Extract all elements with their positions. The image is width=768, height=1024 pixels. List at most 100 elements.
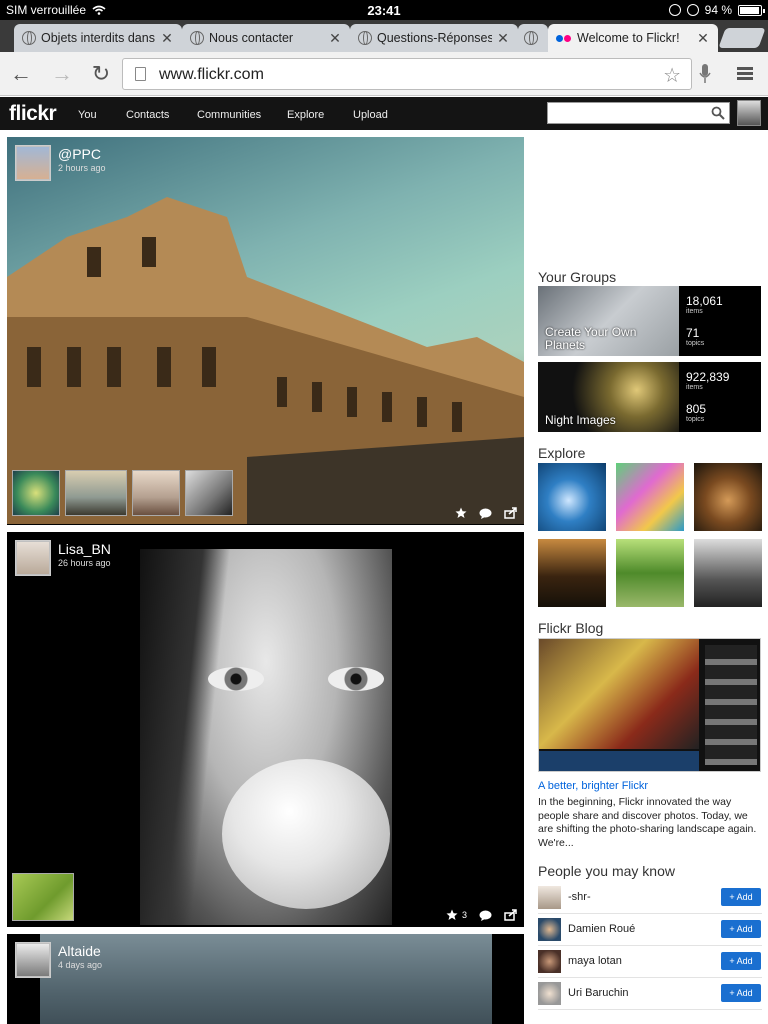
feed-photo-girl[interactable] <box>140 549 392 925</box>
user-avatar[interactable] <box>737 100 761 126</box>
feed-photo-sky[interactable] <box>40 934 492 1024</box>
bookmark-star-icon[interactable]: ☆ <box>663 63 681 88</box>
thumbnail[interactable] <box>185 470 233 516</box>
blog-image[interactable] <box>538 638 761 772</box>
topics-label: topics <box>686 340 705 347</box>
nav-communities[interactable]: Communities <box>197 109 261 121</box>
username[interactable]: Altaide <box>58 943 101 959</box>
explore-photo[interactable] <box>616 539 684 607</box>
username[interactable]: Lisa_BN <box>58 541 111 557</box>
search-input[interactable] <box>548 103 708 123</box>
url-text: www.flickr.com <box>159 66 264 83</box>
forward-icon[interactable]: → <box>51 63 73 85</box>
back-icon[interactable]: ← <box>10 63 32 85</box>
group-items-count: 922,839 <box>686 370 730 384</box>
blog-excerpt: In the beginning, Flickr innovated the w… <box>538 796 757 849</box>
explore-photo[interactable] <box>538 539 606 607</box>
tab-objets[interactable]: Objets interdits dans ✕ <box>14 24 182 52</box>
search-icon[interactable] <box>711 106 725 120</box>
tab-questions[interactable]: Questions-Réponses ✕ <box>350 24 518 52</box>
items-label: items <box>686 308 703 315</box>
close-icon[interactable]: ✕ <box>328 30 342 47</box>
feed-photo-louvre[interactable] <box>7 137 524 524</box>
nav-you[interactable]: You <box>78 109 97 121</box>
tab-flickr[interactable]: Welcome to Flickr! ✕ <box>548 24 718 52</box>
groups-title: Your Groups <box>538 269 617 285</box>
photo-actions: 3 <box>446 909 518 921</box>
favorite-star-icon[interactable] <box>455 507 467 519</box>
tab-collapsed[interactable] <box>518 24 548 52</box>
person-row: Damien Roué + Add <box>538 914 762 946</box>
thumbnail[interactable] <box>12 873 74 921</box>
group-name: Night Images <box>545 413 616 427</box>
person-name[interactable]: Damien Roué <box>568 923 635 935</box>
thumbnail[interactable] <box>132 470 180 516</box>
post-time: 4 days ago <box>58 960 103 970</box>
favorite-star-icon[interactable] <box>446 909 458 921</box>
battery-percent: 94 % <box>704 3 732 17</box>
add-button[interactable]: + Add <box>721 984 761 1002</box>
feed-card-altaide: Altaide 4 days ago <box>7 934 524 1024</box>
user-avatar-ppc[interactable] <box>15 145 51 181</box>
close-icon[interactable]: ✕ <box>696 30 710 47</box>
thumbnail[interactable] <box>65 470 127 516</box>
nav-contacts[interactable]: Contacts <box>126 109 169 121</box>
address-bar[interactable]: www.flickr.com ☆ <box>122 58 692 90</box>
group-night-images[interactable]: Night Images 922,839 items 805 topics <box>538 362 761 432</box>
share-icon[interactable] <box>504 909 518 921</box>
person-avatar[interactable] <box>538 982 561 1005</box>
blog-post-link[interactable]: A better, brighter Flickr <box>538 780 648 792</box>
add-button[interactable]: + Add <box>721 952 761 970</box>
thumbnail-strip <box>12 470 233 516</box>
thumbnail[interactable] <box>12 470 60 516</box>
new-tab-button[interactable] <box>718 28 766 48</box>
explore-photo[interactable] <box>538 463 606 531</box>
feed-card-ppc: @PPC 2 hours ago <box>7 137 524 525</box>
reload-icon[interactable]: ↻ <box>90 63 112 85</box>
globe-icon <box>22 31 36 45</box>
flickr-favicon-icon <box>556 34 572 42</box>
globe-icon <box>190 31 204 45</box>
tab-title: Nous contacter <box>209 31 294 45</box>
person-avatar[interactable] <box>538 950 561 973</box>
tab-contact[interactable]: Nous contacter ✕ <box>182 24 350 52</box>
group-create-planets[interactable]: Create Your Own Planets 18,061 items 71 to… <box>538 286 761 356</box>
close-icon[interactable]: ✕ <box>496 30 510 47</box>
globe-icon <box>524 31 538 45</box>
explore-photo[interactable] <box>694 463 762 531</box>
tab-title: Welcome to Flickr! <box>577 31 680 45</box>
explore-title: Explore <box>538 445 586 461</box>
share-icon[interactable] <box>504 507 518 519</box>
status-bar: SIM verrouillée 23:41 94 % <box>0 0 768 20</box>
person-name[interactable]: Uri Baruchin <box>568 987 629 999</box>
person-avatar[interactable] <box>538 918 561 941</box>
user-avatar-altaide[interactable] <box>15 942 51 978</box>
items-label: items <box>686 384 703 391</box>
person-avatar[interactable] <box>538 886 561 909</box>
person-name[interactable]: maya lotan <box>568 955 622 967</box>
add-button[interactable]: + Add <box>721 888 761 906</box>
explore-photo[interactable] <box>616 463 684 531</box>
nav-upload[interactable]: Upload <box>353 109 388 121</box>
explore-photo[interactable] <box>694 539 762 607</box>
group-items-count: 18,061 <box>686 294 723 308</box>
close-icon[interactable]: ✕ <box>160 30 174 47</box>
browser-toolbar: ← → ↻ www.flickr.com ☆ <box>0 52 768 96</box>
comment-icon[interactable] <box>479 910 492 921</box>
person-name[interactable]: -shr- <box>568 891 591 903</box>
person-row: -shr- + Add <box>538 882 762 914</box>
post-time: 2 hours ago <box>58 163 106 173</box>
group-topics-count: 805 <box>686 402 707 416</box>
microphone-icon[interactable] <box>698 63 712 85</box>
person-row: maya lotan + Add <box>538 946 762 978</box>
tab-title: Questions-Réponses <box>377 31 492 45</box>
username[interactable]: @PPC <box>58 146 101 162</box>
user-avatar-lisa[interactable] <box>15 540 51 576</box>
clock: 23:41 <box>367 3 401 18</box>
flickr-logo[interactable]: flickr <box>9 102 57 126</box>
post-time: 26 hours ago <box>58 558 111 568</box>
menu-icon[interactable] <box>737 67 753 81</box>
nav-explore[interactable]: Explore <box>287 109 324 121</box>
comment-icon[interactable] <box>479 508 492 519</box>
add-button[interactable]: + Add <box>721 920 761 938</box>
